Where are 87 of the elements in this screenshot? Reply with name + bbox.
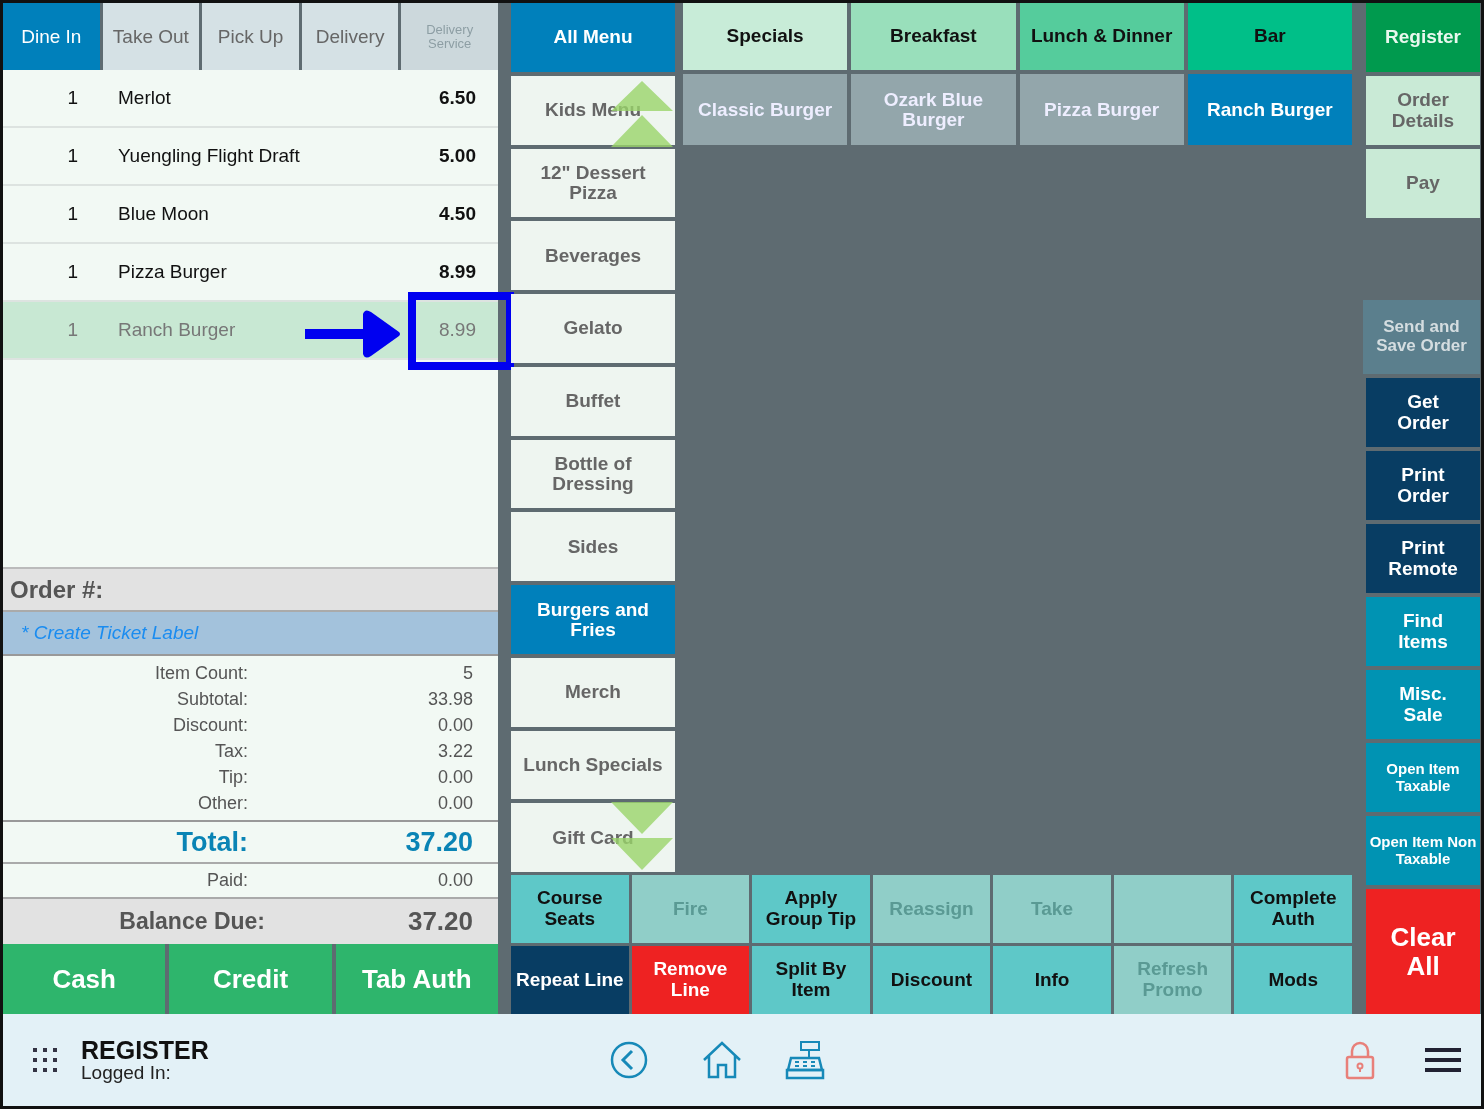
category-button[interactable]: Burgers and Fries <box>511 585 675 654</box>
side-button[interactable]: Open Item Taxable <box>1366 743 1480 812</box>
total-value: 37.20 <box>404 825 473 859</box>
quantity-text: 1 <box>66 317 79 342</box>
summary-value: 5 <box>462 662 473 685</box>
balance-due-label: Balance Due: <box>118 907 265 937</box>
summary-value: 33.98 <box>426 688 473 711</box>
summary-value: 0.00 <box>436 766 473 789</box>
side-button[interactable]: Misc. Sale <box>1366 670 1480 739</box>
menu-item-button[interactable]: Ranch Burger <box>1187 74 1352 145</box>
price-text: 6.50 <box>438 85 477 110</box>
back-icon[interactable] <box>608 1040 649 1080</box>
order-number-label: Order #: <box>3 567 498 612</box>
category-button[interactable]: Beverages <box>511 221 675 291</box>
menu-icon[interactable] <box>1425 1046 1461 1074</box>
order-type-tab[interactable]: Dine In <box>3 3 100 70</box>
side-button[interactable]: Print Remote <box>1366 524 1480 593</box>
side-button[interactable]: Register <box>1366 3 1480 72</box>
menu-group-tab[interactable]: Lunch & Dinner <box>1019 3 1184 70</box>
category-button[interactable]: Gelato <box>511 294 675 363</box>
apps-grid-icon[interactable] <box>33 1048 57 1072</box>
action-button[interactable]: Mods <box>1234 946 1352 1014</box>
paid-value: 0.00 <box>436 869 473 892</box>
action-button[interactable]: Split By Item <box>752 946 870 1014</box>
category-button[interactable]: 12" Dessert Pizza <box>511 148 675 218</box>
order-type-tab[interactable]: Pick Up <box>202 3 299 70</box>
side-button[interactable]: Order Details <box>1366 76 1480 145</box>
category-button[interactable]: All Menu <box>511 3 675 72</box>
lock-icon[interactable] <box>1345 1040 1375 1080</box>
summary-label: Tip: <box>217 766 248 789</box>
payment-button[interactable]: Credit <box>169 944 332 1014</box>
order-type-tab[interactable]: Delivery <box>301 3 399 70</box>
action-button[interactable]: Complete Auth <box>1234 875 1352 944</box>
side-button[interactable]: Send and Save Order <box>1363 300 1480 374</box>
order-type-tab[interactable]: Take Out <box>102 3 200 70</box>
order-line[interactable]: 1 Blue Moon 4.50 <box>3 186 498 244</box>
category-button[interactable]: Buffet <box>511 366 675 436</box>
login-status-text: Logged In: <box>81 1063 172 1082</box>
summary-value: 3.22 <box>436 740 473 763</box>
summary-label: Item Count: <box>153 662 248 685</box>
order-line[interactable]: 1 Yuengling Flight Draft 5.00 <box>3 128 498 186</box>
summary-label: Other: <box>196 792 248 815</box>
action-button[interactable]: Info <box>993 946 1111 1014</box>
action-button[interactable]: Repeat Line <box>511 946 629 1014</box>
side-button[interactable]: Get Order <box>1366 378 1480 447</box>
price-text: 4.50 <box>438 201 477 226</box>
price-text: 5.00 <box>438 143 477 168</box>
screen-title: REGISTER <box>81 1038 209 1063</box>
quantity-text: 1 <box>66 143 79 168</box>
category-button[interactable]: Merch <box>511 657 675 727</box>
cash-register-icon[interactable] <box>784 1040 825 1080</box>
quantity-text: 1 <box>66 85 79 110</box>
price-text: 8.99 <box>438 317 477 342</box>
category-button[interactable]: Lunch Specials <box>511 730 675 800</box>
quantity-text: 1 <box>66 259 79 284</box>
payment-button[interactable]: Tab Auth <box>335 944 498 1014</box>
menu-group-tab[interactable]: Specials <box>683 3 848 70</box>
total-label: Total: <box>175 825 248 859</box>
paid-label: Paid: <box>205 869 248 892</box>
summary-value: 0.00 <box>436 714 473 737</box>
side-button[interactable]: Pay <box>1366 149 1480 218</box>
price-text: 8.99 <box>438 259 477 284</box>
summary-value: 0.00 <box>436 792 473 815</box>
payment-button[interactable]: Cash <box>3 944 166 1014</box>
side-button[interactable]: Find Items <box>1366 597 1480 666</box>
summary-label: Tax: <box>214 740 248 763</box>
order-line[interactable]: 1 Merlot 6.50 <box>3 70 498 128</box>
item-name-text: Yuengling Flight Draft <box>118 143 301 168</box>
category-button[interactable]: Bottle of Dressing <box>511 439 675 509</box>
item-name-text: Merlot <box>118 85 172 110</box>
side-button[interactable]: Open Item Non Taxable <box>1366 816 1480 885</box>
balance-due-value: 37.20 <box>406 905 473 938</box>
menu-group-tab[interactable]: Bar <box>1187 3 1352 70</box>
action-button[interactable]: Apply Group Tip <box>752 875 870 944</box>
side-button[interactable]: Print Order <box>1366 451 1480 520</box>
summary-label: Discount: <box>171 714 248 737</box>
summary-label: Subtotal: <box>175 688 248 711</box>
item-name-text: Ranch Burger <box>118 317 237 342</box>
side-button[interactable]: Clear All <box>1366 889 1480 1014</box>
quantity-text: 1 <box>66 201 79 226</box>
action-button[interactable]: Remove Line <box>631 946 750 1014</box>
item-name-text: Pizza Burger <box>118 259 228 284</box>
menu-group-tab[interactable]: Breakfast <box>851 3 1016 70</box>
action-button[interactable]: Course Seats <box>511 875 629 944</box>
action-button[interactable]: Discount <box>872 946 991 1014</box>
item-name-text: Blue Moon <box>118 201 210 226</box>
category-button[interactable]: Sides <box>511 512 675 582</box>
